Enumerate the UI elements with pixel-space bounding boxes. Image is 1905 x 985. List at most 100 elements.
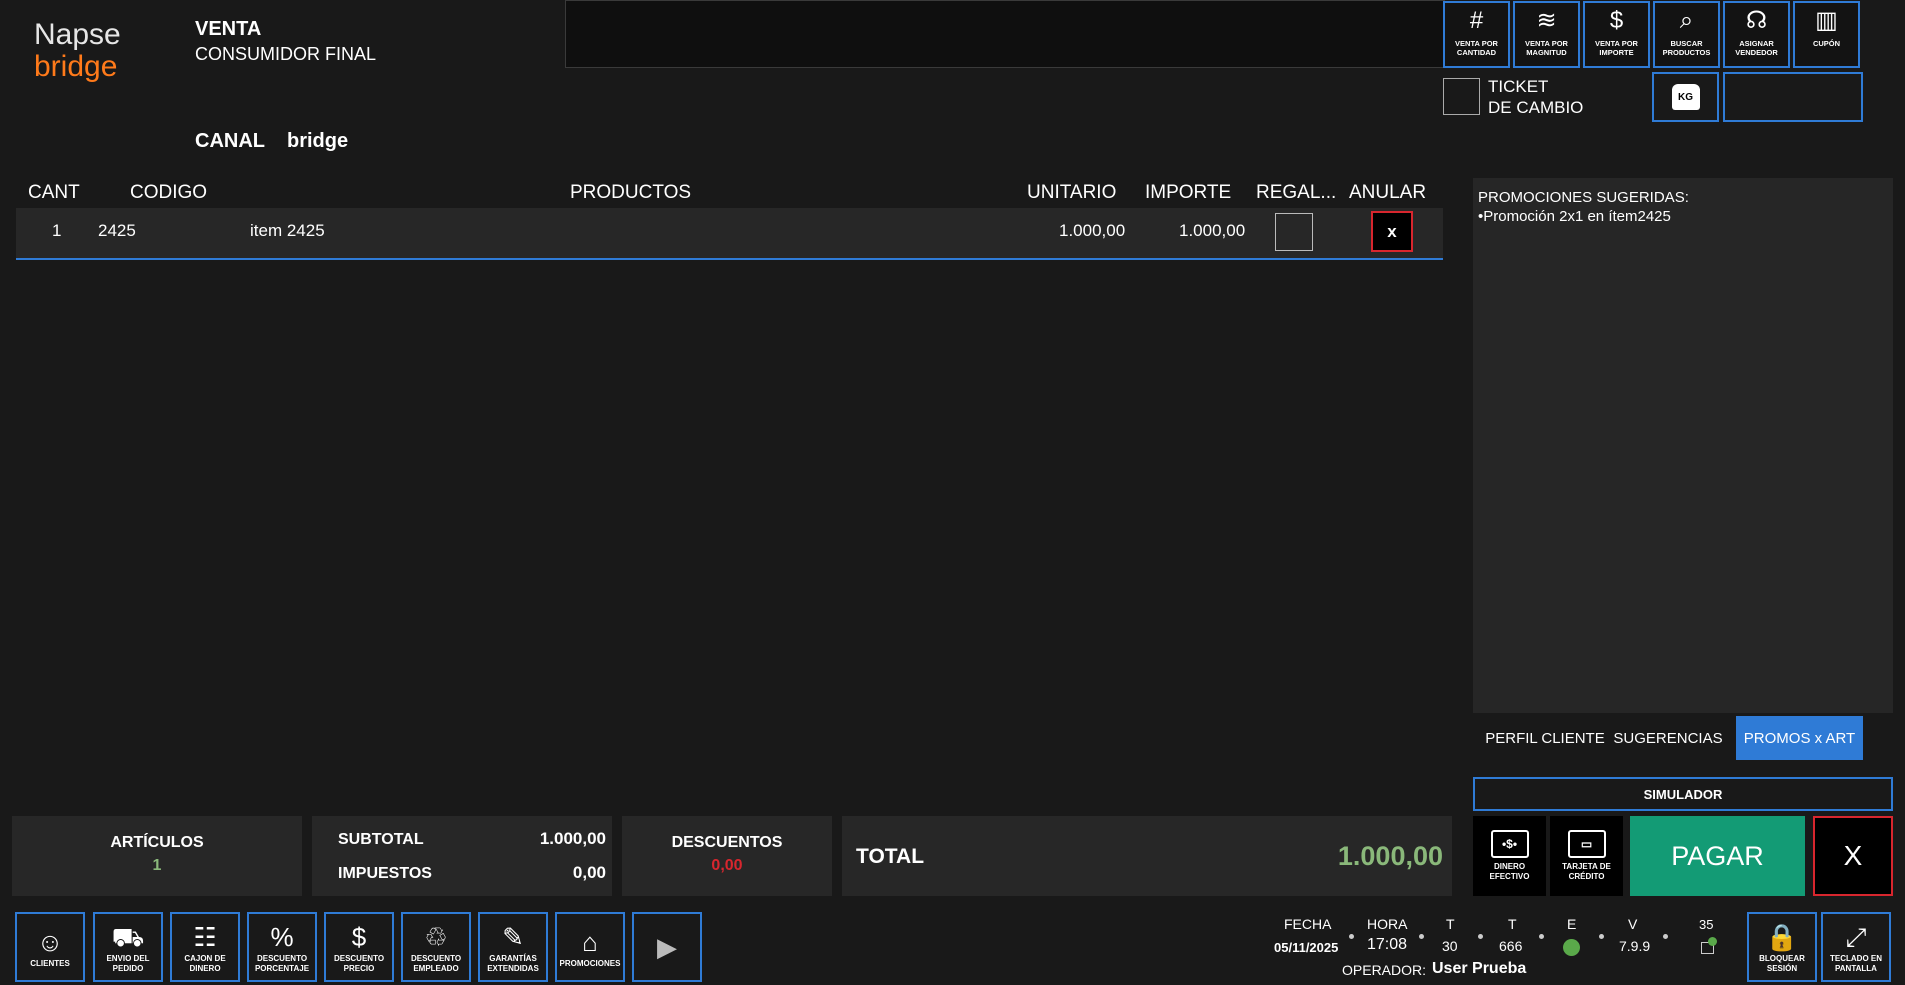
envio-pedido-button[interactable]: ⛟ ENVIO DEL PEDIDO: [93, 912, 163, 982]
descuento-empleado-button[interactable]: ♲ DESCUENTO EMPLEADO: [401, 912, 471, 982]
button-label: CUPÓN: [1812, 39, 1841, 48]
weight-button[interactable]: KG: [1652, 72, 1719, 122]
ticket-label-line1: TICKET: [1488, 77, 1549, 96]
tag-icon: ⌂: [582, 927, 598, 958]
dinero-efectivo-button[interactable]: •$• DINERO EFECTIVO: [1473, 816, 1546, 896]
tarjeta-label: TARJETA DE CRÉDITO: [1562, 862, 1611, 881]
separator-dot: [1599, 934, 1604, 939]
separator-dot: [1478, 934, 1483, 939]
total-value: 1.000,00: [1337, 841, 1443, 871]
pagar-button[interactable]: PAGAR: [1630, 816, 1805, 896]
separator-dot: [1349, 934, 1354, 939]
clientes-button[interactable]: ☺ CLIENTES: [15, 912, 85, 982]
t2-value: 666: [1499, 938, 1523, 954]
promo-item: •Promoción 2x1 en ítem2425: [1478, 208, 1671, 225]
tarjeta-credito-button[interactable]: ▭ TARJETA DE CRÉDITO: [1550, 816, 1623, 896]
v-value: 7.9.9: [1619, 938, 1651, 954]
cash-icon: •$•: [1490, 830, 1529, 859]
user-icon: ☺: [36, 927, 64, 958]
t2-label: T: [1508, 916, 1517, 932]
header-regalo: REGAL...: [1256, 182, 1337, 203]
customer-name: CONSUMIDOR FINAL: [195, 44, 377, 64]
bloquear-sesion-button[interactable]: 🔒 BLOQUEAR SESIÓN: [1747, 912, 1817, 982]
more-buttons-button[interactable]: ▶: [632, 912, 702, 982]
cajon-dinero-button[interactable]: ☷ CAJON DE DINERO: [170, 912, 240, 982]
search-icon: ⌕: [1679, 7, 1694, 34]
button-label: GARANTÍAS EXTENDIDAS: [487, 954, 539, 973]
subtotal-box: [312, 816, 612, 896]
teclado-pantalla-button[interactable]: ⤢ TECLADO EN PANTALLA: [1821, 912, 1891, 982]
canal-value: bridge: [287, 130, 349, 152]
articulos-value: 1: [152, 857, 162, 874]
employee-discount-icon: ♲: [424, 922, 448, 953]
header-anular: ANULAR: [1349, 182, 1427, 203]
barcode-icon: ▥: [1815, 7, 1838, 34]
logo-bridge: bridge: [34, 50, 118, 83]
impuestos-label: IMPUESTOS: [338, 865, 432, 882]
venta-title: VENTA: [195, 18, 262, 40]
venta-por-importe-button[interactable]: $ VENTA POR IMPORTE: [1583, 1, 1650, 68]
promociones-button[interactable]: ⌂ PROMOCIONES: [555, 912, 625, 982]
tab-perfil-cliente[interactable]: PERFIL CLIENTE: [1480, 716, 1610, 760]
row-unitario: 1.000,00: [1059, 221, 1126, 240]
button-label: DESCUENTO PORCENTAJE: [254, 954, 310, 973]
regalo-checkbox[interactable]: [1275, 213, 1313, 251]
anular-button[interactable]: x: [1371, 211, 1413, 252]
cancel-sale-button[interactable]: X: [1813, 816, 1893, 896]
blank-action-button[interactable]: [1723, 72, 1863, 122]
expand-icon: ⤢: [1845, 922, 1867, 953]
button-label: BLOQUEAR SESIÓN: [1759, 954, 1805, 973]
header-codigo: CODIGO: [130, 182, 208, 203]
status-green-icon: [1563, 939, 1580, 956]
efectivo-label: DINERO EFECTIVO: [1489, 862, 1530, 881]
play-arrow-icon: ▶: [657, 932, 677, 962]
hora-label: HORA: [1367, 916, 1408, 932]
button-label: CAJON DE DINERO: [184, 954, 226, 973]
button-label: BUSCAR PRODUCTOS: [1662, 39, 1711, 57]
button-label: VENTA POR IMPORTE: [1595, 39, 1638, 57]
simulador-button[interactable]: SIMULADOR: [1473, 777, 1893, 811]
ticket-cambio-checkbox[interactable]: [1443, 78, 1480, 115]
garantias-extendidas-button[interactable]: ✎ GARANTÍAS EXTENDIDAS: [478, 912, 548, 982]
percent-icon: %: [270, 922, 294, 953]
price-discount-icon: $: [351, 922, 367, 953]
descuento-precio-button[interactable]: $ DESCUENTO PRECIO: [324, 912, 394, 982]
operador-value: User Prueba: [1432, 960, 1527, 977]
barcode-input[interactable]: [565, 0, 1445, 68]
buscar-productos-button[interactable]: ⌕ BUSCAR PRODUCTOS: [1653, 1, 1720, 68]
button-label: CLIENTES: [30, 959, 70, 969]
fecha-value: 05/11/2025: [1274, 940, 1339, 955]
descuentos-value: 0,00: [711, 857, 743, 874]
separator-dot: [1663, 934, 1668, 939]
tab-promos-x-art[interactable]: PROMOS x ART: [1736, 716, 1863, 760]
subtotal-label: SUBTOTAL: [338, 831, 424, 848]
header-unitario: UNITARIO: [1027, 182, 1117, 203]
logo-napse: Napse: [34, 18, 121, 51]
button-label: ENVIO DEL PEDIDO: [106, 954, 150, 973]
separator-dot: [1539, 934, 1544, 939]
venta-por-cantidad-button[interactable]: # VENTA POR CANTIDAD: [1443, 1, 1510, 68]
row-producto: item 2425: [250, 221, 325, 240]
header-cant: CANT: [28, 182, 80, 203]
venta-por-magnitud-button[interactable]: ≋ VENTA POR MAGNITUD: [1513, 1, 1580, 68]
cupon-button[interactable]: ▥ CUPÓN: [1793, 1, 1860, 68]
descuentos-box: [622, 816, 832, 896]
descuento-porcentaje-button[interactable]: % DESCUENTO PORCENTAJE: [247, 912, 317, 982]
button-label: ASIGNAR VENDEDOR: [1735, 39, 1778, 57]
button-label: PROMOCIONES: [559, 959, 621, 969]
button-label: DESCUENTO EMPLEADO: [410, 954, 462, 973]
hora-value: 17:08: [1367, 936, 1408, 953]
credit-card-icon: ▭: [1567, 830, 1606, 859]
button-label: DESCUENTO PRECIO: [333, 954, 385, 973]
subtotal-value: 1.000,00: [539, 829, 606, 848]
impuestos-value: 0,00: [572, 863, 606, 882]
asignar-vendedor-button[interactable]: ☊ ASIGNAR VENDEDOR: [1723, 1, 1790, 68]
operador-label: OPERADOR:: [1342, 962, 1427, 978]
row-codigo: 2425: [98, 221, 136, 240]
dollar-icon: $: [1609, 7, 1624, 34]
layers-icon: ≋: [1536, 7, 1557, 34]
canal-label: CANAL: [195, 130, 265, 152]
header-productos: PRODUCTOS: [570, 182, 692, 203]
tab-sugerencias[interactable]: SUGERENCIAS: [1612, 716, 1724, 760]
articulos-label: ARTÍCULOS: [110, 834, 204, 851]
